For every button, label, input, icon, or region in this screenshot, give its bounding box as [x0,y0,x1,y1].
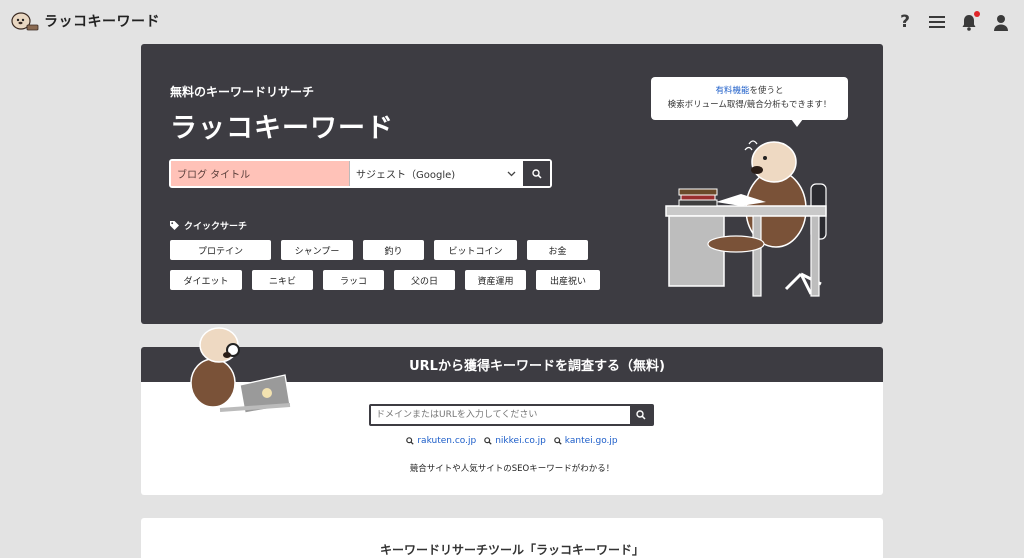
search-icon [531,168,542,179]
quick-search-heading: クイックサーチ [170,219,247,232]
search-button[interactable] [522,161,550,186]
bell-icon[interactable] [960,11,980,32]
help-glyph: ? [900,12,910,32]
quick-search-chip[interactable]: 父の日 [394,270,455,290]
example-domain-link[interactable]: nikkei.co.jp [484,436,546,446]
keyword-search-bar: サジェスト（Google) [169,159,552,188]
user-icon[interactable] [992,12,1010,32]
about-title: キーワードリサーチツール「ラッコキーワード」 [379,543,644,557]
url-keyword-card: URLから獲得キーワードを調査する（無料) rakuten.co.jp nikk… [141,327,883,495]
hero-title: ラッコキーワード [170,113,394,144]
chevron-down-icon [507,171,516,176]
quick-search-chip[interactable]: 資産運用 [465,270,526,290]
quick-search-chip[interactable]: プロテイン [170,240,271,260]
quick-search-chip[interactable]: ラッコ [323,270,384,290]
notification-badge [974,11,980,17]
quick-search-chip[interactable]: お金 [527,240,588,260]
otter-logo-icon [10,10,40,32]
quick-search-chip[interactable]: シャンプー [281,240,353,260]
quick-search-list: プロテイン シャンプー 釣り ビットコイン お金 ダイエット ニキビ ラッコ 父… [170,240,610,290]
example-domains: rakuten.co.jp nikkei.co.jp kantei.go.jp [141,436,883,446]
bubble-text-2: 検索ボリューム取得/競合分析もできます！ [667,100,832,110]
example-domain-link[interactable]: kantei.go.jp [553,436,618,446]
hero-panel: 無料のキーワードリサーチ ラッコキーワード サジェスト（Google) クイック… [141,44,883,324]
site-logo[interactable]: ラッコキーワード [10,10,160,32]
quick-search-chip[interactable]: ニキビ [252,270,313,290]
search-icon [406,437,415,445]
bubble-text-1: を使うと [749,86,784,96]
example-domain-link[interactable]: rakuten.co.jp [406,436,476,446]
url-search-button[interactable] [630,406,652,424]
keyword-input[interactable] [171,161,349,186]
example-domain-text: rakuten.co.jp [417,436,477,446]
search-icon [484,437,492,445]
quick-search-chip[interactable]: 釣り [363,240,424,260]
quick-search-label: クイックサーチ [184,222,248,232]
menu-icon[interactable] [928,12,946,32]
otter-laptop-illustration [190,327,291,413]
quick-search-chip[interactable]: 出産祝い [536,270,600,290]
search-icon [636,410,646,420]
premium-feature-link[interactable]: 有料機能 [715,86,749,96]
logo-text: ラッコキーワード [44,14,160,30]
hero-subtitle: 無料のキーワードリサーチ [170,85,315,99]
url-input[interactable] [371,406,630,424]
example-domain-text: nikkei.co.jp [495,436,546,446]
top-header: ラッコキーワード ? [0,0,1024,44]
tag-icon [170,221,179,230]
help-icon[interactable]: ? [896,12,914,32]
otter-at-desk-illustration [665,140,827,297]
search-icon [553,437,562,445]
premium-speech-bubble: 有料機能を使うと 検索ボリューム取得/競合分析もできます！ [651,77,848,127]
search-mode-label: サジェスト（Google) [356,170,456,181]
url-section-description: 競合サイトや人気サイトのSEOキーワードがわかる！ [409,464,615,474]
example-domain-text: kantei.go.jp [564,436,618,446]
quick-search-chip[interactable]: ダイエット [170,270,242,290]
about-card: キーワードリサーチツール「ラッコキーワード」 [141,518,883,558]
url-search-bar [369,404,654,426]
quick-search-chip[interactable]: ビットコイン [434,240,517,260]
search-mode-select[interactable]: サジェスト（Google) [349,161,522,186]
